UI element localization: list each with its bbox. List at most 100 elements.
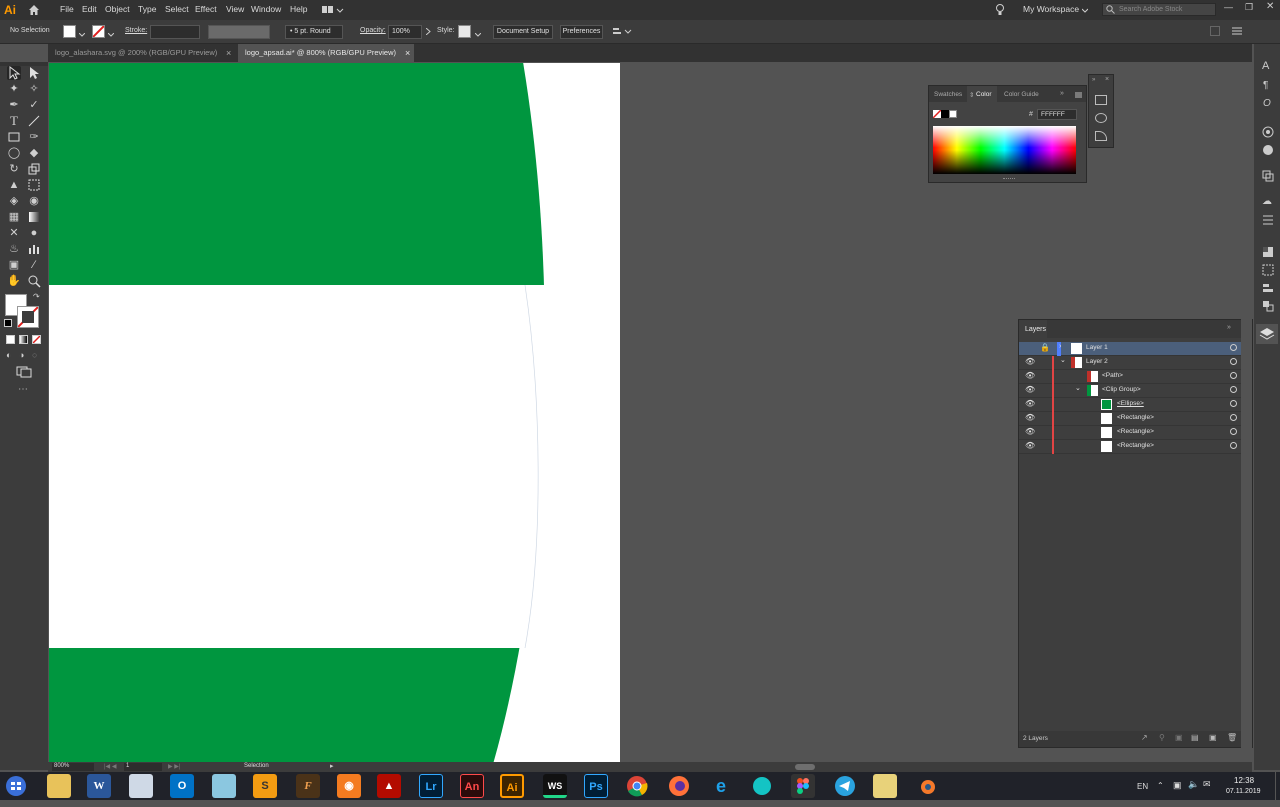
workspace-switcher[interactable]: My Workspace (1023, 4, 1079, 14)
hand-tool-icon[interactable]: ✋ (7, 274, 21, 288)
tray-expand-icon[interactable]: ⌃ (1157, 781, 1164, 790)
internet-explorer-icon[interactable]: e (709, 774, 733, 798)
none-mode-icon[interactable] (32, 335, 41, 344)
shaper-tool-icon[interactable]: ◯ (7, 146, 21, 160)
figma-icon[interactable] (791, 774, 815, 798)
next-artboard-icon[interactable]: ▶ ▶| (168, 763, 180, 770)
target-icon[interactable] (1230, 372, 1237, 379)
new-sublayer-icon[interactable]: ▤ (1191, 733, 1199, 742)
collapse-icon[interactable]: » (1060, 90, 1064, 97)
appearance-panel-icon[interactable] (1262, 126, 1274, 138)
graphic-styles-panel-icon[interactable] (1262, 144, 1274, 156)
network-icon[interactable]: ▣ (1173, 780, 1182, 791)
free-transform-tool-icon[interactable] (27, 178, 41, 192)
layer-name[interactable]: Layer 2 (1086, 358, 1108, 365)
fill-chevron-icon[interactable] (78, 30, 86, 37)
screen-mode-icon[interactable] (16, 366, 32, 378)
zoom-tool-icon[interactable] (27, 274, 41, 288)
tab-logo-alashara[interactable]: logo_alashara.svg @ 200% (RGB/GPU Previe… (48, 44, 238, 62)
brushes-panel-icon[interactable] (1095, 113, 1107, 123)
menu-object[interactable]: Object (105, 4, 130, 14)
first-artboard-icon[interactable]: |◀ ◀ (104, 763, 116, 770)
locate-object-icon[interactable]: ⚲ (1159, 733, 1165, 742)
volume-icon[interactable]: 🔈 (1188, 779, 1199, 790)
distribute-panel-icon[interactable] (1262, 282, 1274, 294)
chevron-down-icon[interactable] (1081, 7, 1089, 13)
eye-icon[interactable]: 👁 (1025, 427, 1035, 436)
eye-icon[interactable]: 👁 (1025, 399, 1035, 408)
layer-row-layer2[interactable]: 👁 ⌄ Layer 2 (1019, 356, 1252, 370)
menu-view[interactable]: View (226, 4, 244, 14)
eye-icon[interactable]: 👁 (1025, 357, 1035, 366)
transparency-panel-icon[interactable] (1262, 246, 1274, 258)
draw-mode-icon[interactable]: ◐ (6, 350, 11, 360)
type-tool-icon[interactable]: T (7, 114, 21, 128)
tab-color[interactable]: ⇕ Color (967, 86, 997, 102)
lightroom-icon[interactable]: Lr (419, 774, 443, 798)
stroke-color-box[interactable] (17, 306, 39, 328)
menu-select[interactable]: Select (165, 4, 189, 14)
trash-icon[interactable]: 🗑 (1227, 733, 1237, 742)
menu-type[interactable]: Type (138, 4, 156, 14)
rotate-tool-icon[interactable]: ↻ (7, 162, 21, 176)
collapse-icon[interactable]: ⌄ (1060, 356, 1066, 364)
layer-row-clip-group[interactable]: 👁 ⌄ <Clip Group> (1019, 384, 1252, 398)
outlook-icon[interactable]: O (170, 774, 194, 798)
paragraph-panel-icon[interactable]: ¶ (1263, 80, 1268, 91)
swap-colors-icon[interactable]: ↷ (33, 292, 40, 301)
layer-row-rectangle[interactable]: 👁 <Rectangle> (1019, 412, 1252, 426)
artboard-tool-icon[interactable]: ▣ (7, 258, 21, 272)
collapse-icon[interactable]: » (1227, 324, 1231, 331)
pathfinder-panel-icon[interactable] (1262, 170, 1274, 182)
document-setup-button[interactable]: Document Setup (493, 25, 553, 39)
scale-tool-icon[interactable] (27, 162, 41, 176)
acrobat-icon[interactable]: ▲ (377, 774, 401, 798)
character-panel-icon[interactable]: A (1262, 60, 1269, 72)
artboard-number[interactable]: 1 (124, 763, 162, 771)
pen-tool-icon[interactable]: ✒ (7, 98, 21, 112)
tab-layers[interactable]: Layers (1019, 320, 1047, 338)
perspective-grid-tool-icon[interactable]: ▦ (7, 210, 21, 224)
minimize-button[interactable]: — (1224, 2, 1233, 12)
paintbrush-tool-icon[interactable]: ✑ (27, 130, 41, 144)
tab-swatches[interactable]: Swatches (934, 91, 962, 98)
edit-toolbar-icon[interactable]: ⋯ (18, 384, 28, 395)
style-chevron-icon[interactable] (474, 30, 482, 37)
animate-icon[interactable]: An (460, 774, 484, 798)
color-mode-icon[interactable] (6, 335, 15, 344)
draw-behind-icon[interactable]: ◑ (19, 350, 24, 360)
none-swatch[interactable] (932, 109, 942, 119)
clock-time[interactable]: 12:38 (1234, 776, 1254, 785)
expand-dock-icon[interactable]: » (1092, 77, 1095, 83)
selection-tool-icon[interactable] (7, 65, 21, 80)
layers-extra-icon[interactable] (1262, 300, 1274, 312)
opentype-panel-icon[interactable]: O (1263, 98, 1271, 109)
artboard[interactable] (49, 63, 620, 762)
preferences-button[interactable]: Preferences (560, 25, 603, 39)
swatches-panel-icon[interactable] (1095, 95, 1107, 105)
column-graph-tool-icon[interactable] (27, 242, 41, 256)
width-tool-icon[interactable]: ▲ (7, 178, 21, 192)
layer-name[interactable]: <Path> (1102, 372, 1123, 379)
target-icon[interactable] (1230, 358, 1237, 365)
menu-help[interactable]: Help (290, 4, 307, 14)
expand-icon[interactable]: › (1059, 343, 1061, 350)
symbols-panel-icon[interactable] (1095, 131, 1107, 141)
export-icon[interactable]: ↗ (1141, 733, 1148, 742)
variable-width-dropdown[interactable] (208, 25, 270, 39)
direct-selection-tool-icon[interactable] (27, 66, 41, 80)
new-layer-icon[interactable]: ▣ (1209, 733, 1217, 742)
layer-row-layer1[interactable]: 🔒 › Layer 1 (1019, 342, 1252, 356)
arrange-documents-icon[interactable] (322, 5, 344, 15)
panel-resize-handle[interactable] (1003, 178, 1015, 181)
symbol-sprayer-tool-icon[interactable]: ♨ (7, 242, 21, 256)
hex-input[interactable]: FFFFFF (1037, 109, 1077, 120)
close-tab-button[interactable]: × (405, 44, 410, 62)
fontforge-icon[interactable]: F (296, 774, 320, 798)
menu-window[interactable]: Window (251, 4, 281, 14)
layer-row-rectangle[interactable]: 👁 <Rectangle> (1019, 426, 1252, 440)
shape-builder-tool-icon[interactable]: ◈ (7, 194, 21, 208)
live-paint-tool-icon[interactable]: ◉ (27, 194, 41, 208)
blender-icon[interactable] (915, 774, 939, 798)
target-icon[interactable] (1230, 386, 1237, 393)
